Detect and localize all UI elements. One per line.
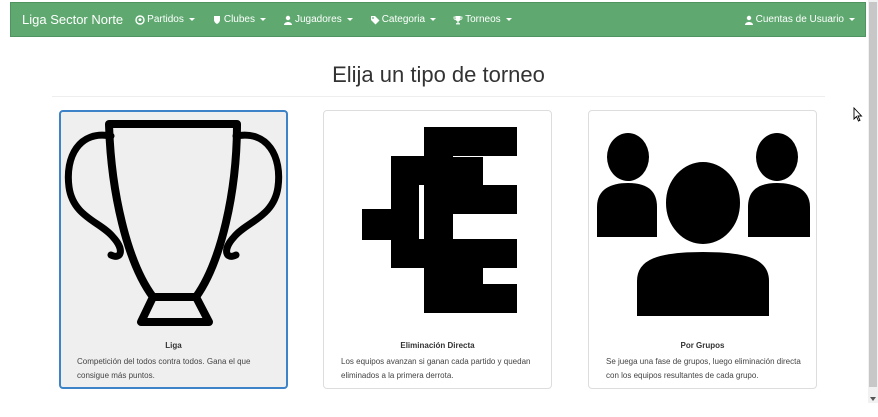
nav-torneos[interactable]: Torneos: [453, 14, 512, 25]
trophy-icon: [453, 15, 463, 25]
nav-categoria-label: Categoria: [381, 14, 426, 25]
mouse-pointer-icon: [853, 106, 863, 127]
nav-jugadores-label: Jugadores: [295, 14, 342, 25]
soccer-ball-icon: [135, 14, 145, 25]
bracket-icon: [362, 127, 517, 313]
trophy-icon: [64, 120, 283, 326]
chevron-down-icon: [505, 18, 512, 21]
chevron-down-icon: [849, 18, 855, 21]
nav-clubes[interactable]: Clubes: [212, 14, 266, 25]
page-title: Elija un tipo de torneo: [332, 62, 545, 87]
nav-partidos-label: Partidos: [147, 14, 184, 25]
brand-link[interactable]: Liga Sector Norte: [22, 12, 123, 27]
card-eliminacion-label: Eliminación Directa: [400, 341, 475, 350]
chevron-down-icon: [346, 18, 353, 21]
card-por-grupos[interactable]: Por Grupos Se juega una fase de grupos, …: [588, 110, 817, 389]
nav-jugadores[interactable]: Jugadores: [283, 14, 353, 25]
tag-icon: [370, 15, 380, 25]
nav-account-label: Cuentas de Usuario: [755, 14, 844, 25]
nav-categoria[interactable]: Categoria: [370, 14, 437, 25]
card-liga[interactable]: Liga Competición del todos contra todos.…: [59, 110, 288, 389]
shield-icon: [212, 15, 222, 25]
nav-clubes-label: Clubes: [223, 14, 255, 25]
chevron-down-icon: [430, 18, 437, 21]
scrollbar-thumb[interactable]: [869, 2, 877, 387]
nav-partidos[interactable]: Partidos: [135, 14, 195, 25]
nav-torneos-label: Torneos: [465, 14, 501, 25]
top-navbar: Liga Sector Norte Partidos Clubes Jugado…: [10, 2, 866, 37]
card-por-grupos-description: Se juega una fase de grupos, luego elimi…: [606, 357, 801, 380]
card-por-grupos-label: Por Grupos: [680, 341, 725, 350]
chevron-down-icon: [188, 18, 195, 21]
card-liga-description: Competición del todos contra todos. Gana…: [77, 357, 251, 380]
user-icon: [744, 15, 754, 25]
group-icon: [597, 133, 810, 322]
card-liga-label: Liga: [165, 341, 182, 350]
card-eliminacion-description: Los equipos avanzan si ganan cada partid…: [341, 357, 531, 380]
title-divider: [52, 96, 825, 97]
chevron-down-icon: [260, 18, 266, 21]
user-icon: [283, 15, 293, 25]
card-eliminacion-directa[interactable]: Eliminación Directa Los equipos avanzan …: [323, 110, 552, 389]
scroll-down-arrow-icon[interactable]: [870, 397, 876, 401]
nav-cuentas-de-usuario[interactable]: Cuentas de Usuario: [744, 14, 855, 25]
vertical-scrollbar[interactable]: [868, 0, 878, 403]
